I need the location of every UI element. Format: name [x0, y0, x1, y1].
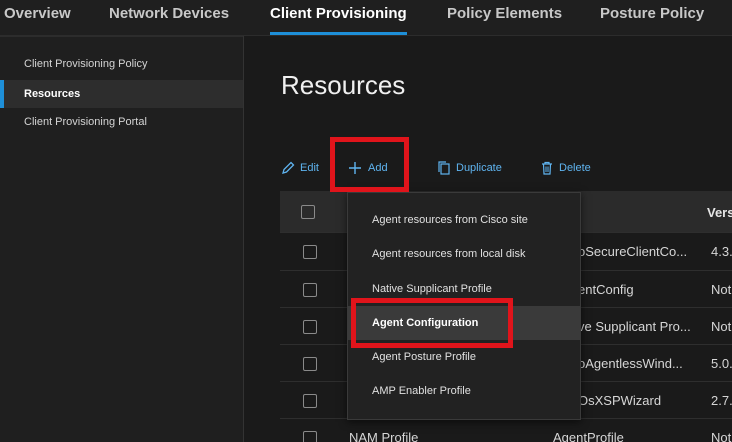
pencil-icon [282, 161, 295, 174]
annotation-highlight-agent-configuration [351, 298, 513, 348]
row-version: Not [711, 319, 732, 334]
annotation-highlight-add [330, 137, 409, 192]
row-version: 2.7. [711, 393, 732, 408]
tab-overview[interactable]: Overview [4, 0, 71, 36]
row-checkbox[interactable] [303, 394, 317, 408]
row-checkbox[interactable] [303, 357, 317, 371]
sidebar: Client Provisioning Policy Resources Cli… [0, 36, 244, 442]
row-version: Not [711, 282, 732, 297]
duplicate-icon [438, 161, 450, 175]
menu-item-agent-resources-local-disk[interactable]: Agent resources from local disk [348, 237, 580, 271]
column-header-version[interactable]: Vers [707, 205, 732, 220]
row-type: oAgentlessWind... [578, 356, 683, 371]
table-row[interactable]: NAM Profile AgentProfile Not [280, 418, 732, 442]
row-type: AgentProfile [553, 430, 624, 442]
sidebar-divider [0, 36, 244, 37]
tab-posture-policy[interactable]: Posture Policy [600, 0, 704, 36]
sidebar-item-client-provisioning-policy[interactable]: Client Provisioning Policy [0, 50, 243, 78]
row-checkbox[interactable] [303, 431, 317, 442]
trash-icon [542, 161, 552, 175]
duplicate-label: Duplicate [456, 162, 502, 174]
edit-button[interactable]: Edit [280, 158, 326, 178]
row-checkbox[interactable] [303, 320, 317, 334]
duplicate-button[interactable]: Duplicate [436, 158, 512, 178]
row-checkbox[interactable] [303, 245, 317, 259]
select-all-checkbox[interactable] [301, 205, 315, 219]
top-navigation: Overview Network Devices Client Provisio… [0, 0, 732, 36]
tab-client-provisioning[interactable]: Client Provisioning [270, 0, 407, 36]
row-name: NAM Profile [349, 430, 419, 442]
sidebar-item-resources[interactable]: Resources [0, 80, 243, 108]
row-version: Not [711, 430, 732, 442]
row-type: oSecureClientCo... [578, 244, 688, 259]
page-title: Resources [281, 70, 406, 100]
row-type: entConfig [578, 282, 634, 297]
row-type: OsXSPWizard [578, 393, 662, 408]
tab-policy-elements[interactable]: Policy Elements [447, 0, 562, 36]
menu-item-agent-resources-cisco-site[interactable]: Agent resources from Cisco site [348, 203, 580, 237]
row-checkbox[interactable] [303, 283, 317, 297]
sidebar-item-client-provisioning-portal[interactable]: Client Provisioning Portal [0, 108, 243, 136]
row-type: ve Supplicant Pro... [578, 319, 691, 334]
tab-network-devices[interactable]: Network Devices [109, 0, 229, 36]
delete-button[interactable]: Delete [539, 158, 599, 178]
menu-item-amp-enabler-profile[interactable]: AMP Enabler Profile [348, 374, 580, 408]
edit-label: Edit [300, 162, 319, 174]
delete-label: Delete [559, 162, 591, 174]
row-version: 5.0. [711, 356, 732, 371]
row-version: 4.3. [711, 244, 732, 259]
